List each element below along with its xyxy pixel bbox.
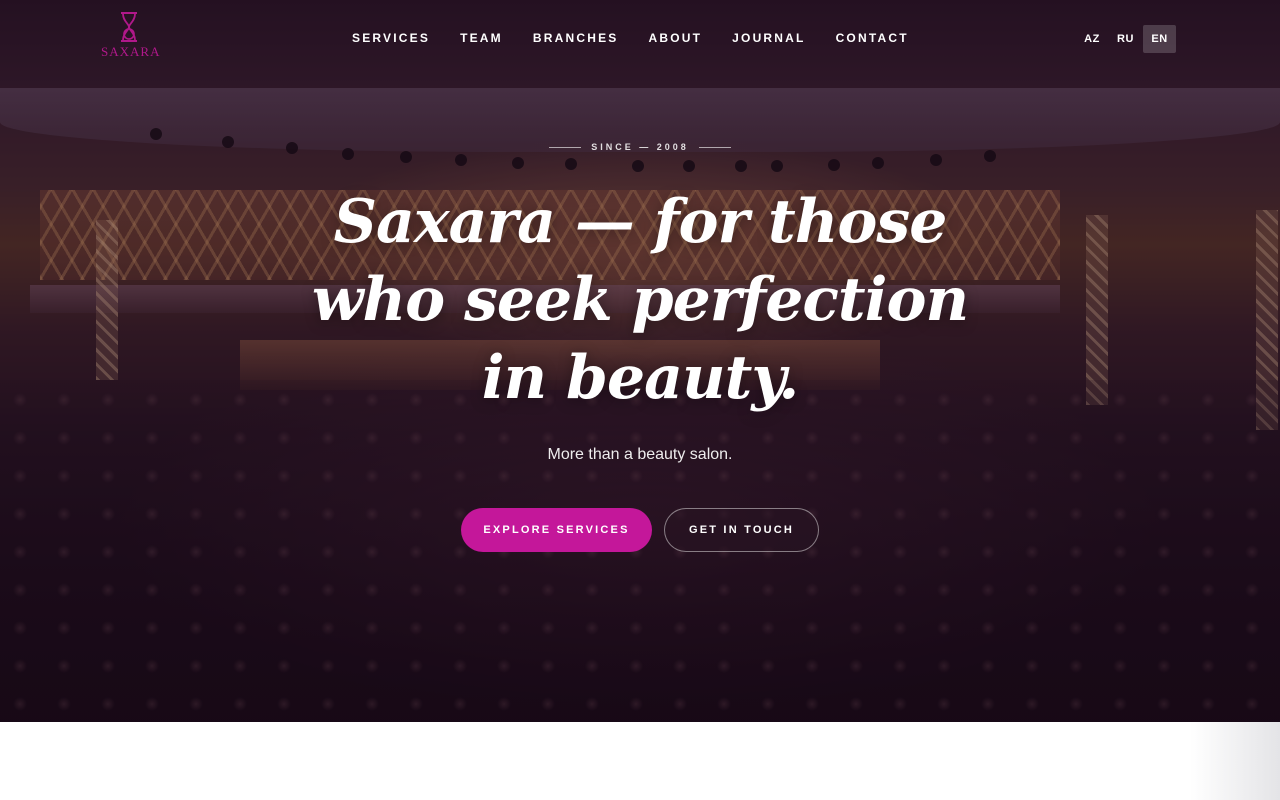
brand-logo[interactable]: SAXARA (101, 11, 161, 60)
lang-ru[interactable]: RU (1108, 25, 1143, 53)
eyebrow-divider-right (698, 147, 731, 149)
explore-services-button[interactable]: EXPLORE SERVICES (461, 508, 652, 552)
lang-en[interactable]: EN (1143, 25, 1176, 53)
page-edge-shade (1190, 722, 1280, 800)
since-eyebrow: SINCE — 2008 (0, 142, 1280, 152)
nav-item-branches[interactable]: BRANCHES (533, 31, 619, 45)
get-in-touch-button[interactable]: GET IN TOUCH (664, 508, 819, 552)
lang-az[interactable]: AZ (1076, 25, 1108, 53)
hero-subtitle: More than a beauty salon. (547, 446, 733, 463)
main-nav: SERVICES TEAM BRANCHES ABOUT JOURNAL CON… (352, 31, 909, 45)
hero-headline: Saxara — for those who seek perfection i… (311, 187, 969, 413)
hero-section: SAXARA SERVICES TEAM BRANCHES ABOUT JOUR… (0, 0, 1280, 722)
eyebrow-divider-left (549, 147, 582, 149)
brand-name: SAXARA (101, 44, 161, 59)
nav-item-contact[interactable]: CONTACT (836, 31, 909, 45)
nav-item-journal[interactable]: JOURNAL (732, 31, 805, 45)
nav-item-services[interactable]: SERVICES (352, 31, 430, 45)
nav-item-about[interactable]: ABOUT (648, 31, 702, 45)
nav-item-team[interactable]: TEAM (460, 31, 503, 45)
language-switcher: AZ RU EN (1076, 25, 1176, 53)
hourglass-icon (121, 12, 137, 42)
since-text: SINCE — 2008 (591, 142, 689, 152)
